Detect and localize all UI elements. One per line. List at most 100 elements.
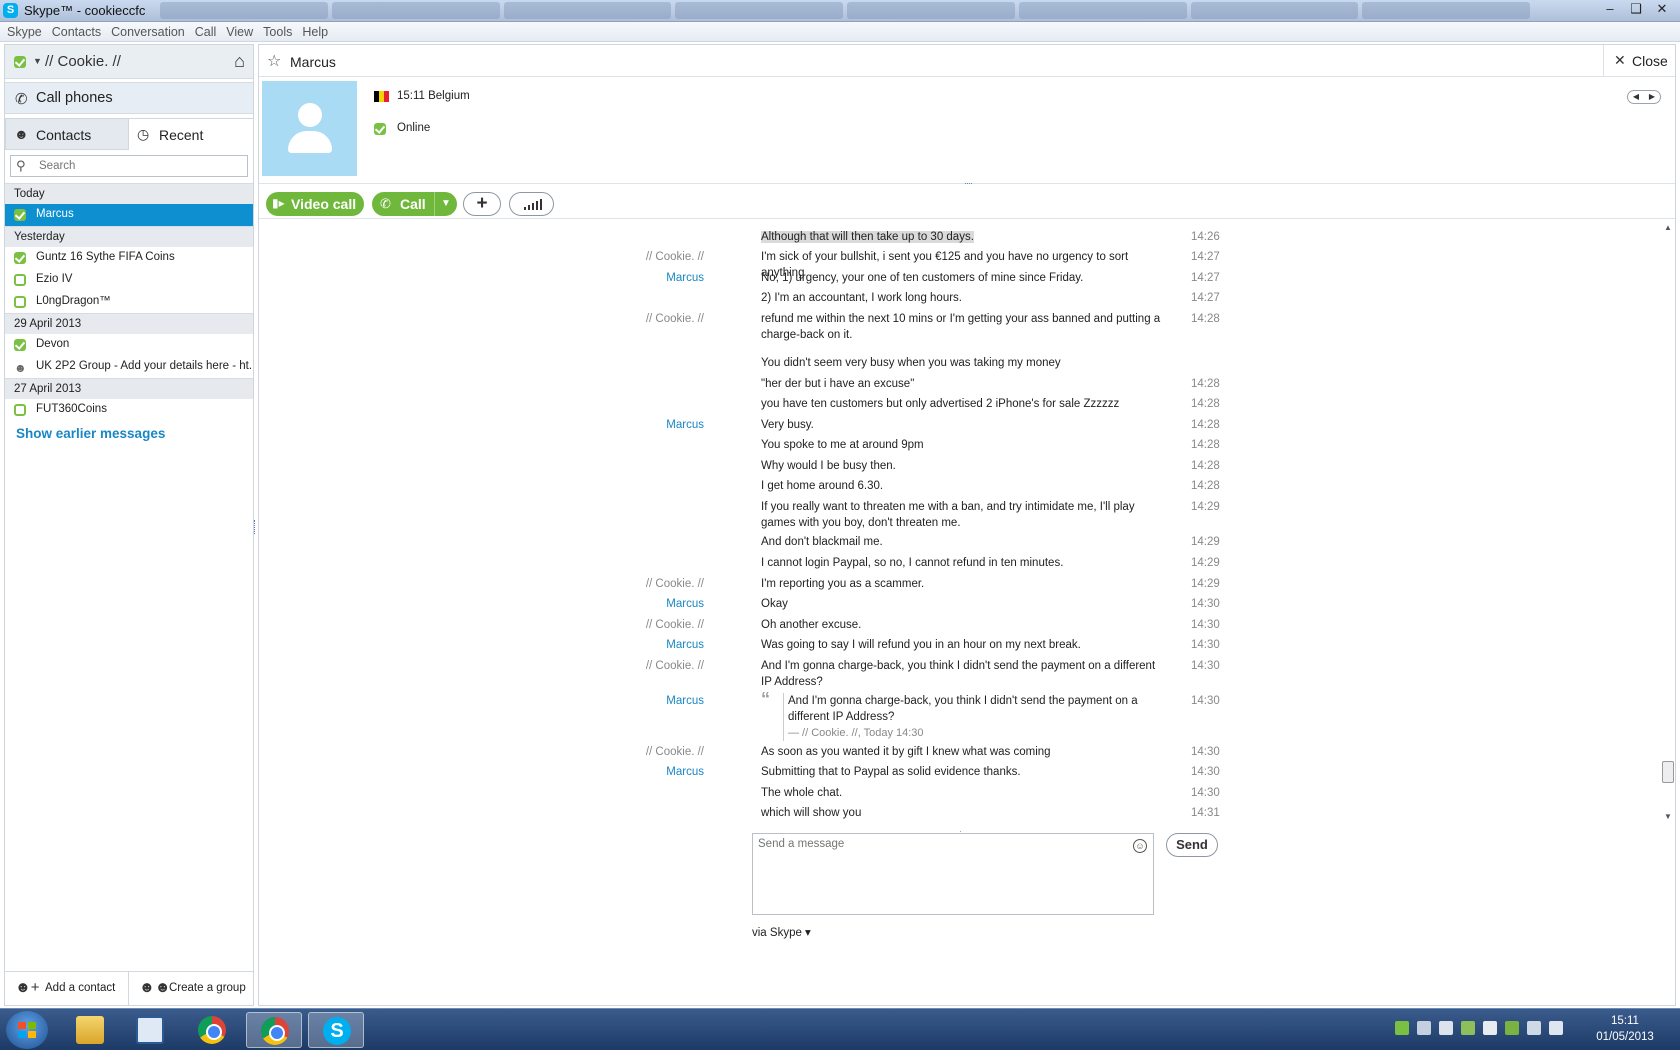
menu-conversation[interactable]: Conversation [106,22,190,41]
star-icon[interactable]: ☆ [267,51,281,71]
scrollbar-thumb[interactable] [1662,761,1674,783]
taskbar-chrome-2[interactable] [246,1012,302,1048]
recent-item[interactable]: ☻ UK 2P2 Group - Add your details here - … [5,356,253,378]
message-timestamp: 14:28 [1191,439,1220,451]
tab-contacts[interactable]: ☻ Contacts [5,118,129,150]
panel-splitter[interactable] [254,520,257,534]
recent-list: Today Marcus Yesterday Guntz 16 Sythe FIFA … [5,183,253,446]
message-sender[interactable]: // Cookie. // [584,249,704,265]
tray-app-icon[interactable] [1439,1021,1453,1035]
profile-nav-arrows[interactable]: ◀ ▶ [1627,90,1661,104]
folder-icon [76,1016,104,1044]
via-skype-selector[interactable]: via Skype ▾ [752,925,811,939]
search-box[interactable]: ⚲ [10,155,248,177]
status-icon [14,252,26,264]
scroll-down-icon[interactable]: ▼ [1664,812,1672,821]
recent-item[interactable]: L0ngDragon™ [5,291,253,313]
taskbar-chrome[interactable] [184,1012,240,1048]
message-sender[interactable]: // Cookie. // [584,311,704,327]
recent-item[interactable]: Ezio IV [5,269,253,291]
start-button[interactable] [6,1011,48,1049]
message-text: which will show you [761,807,862,819]
scroll-up-icon[interactable]: ▲ [1664,223,1672,232]
call-button[interactable]: ✆ Call ▼ [372,192,457,216]
action-center-flag-icon[interactable] [1483,1021,1497,1035]
network-icon[interactable] [1527,1021,1541,1035]
header-splitter[interactable]: ···· [259,178,1675,188]
nvidia-icon[interactable] [1505,1021,1519,1035]
menu-view[interactable]: View [221,22,258,41]
message-timestamp: 14:29 [1191,536,1220,548]
recent-item[interactable]: Devon [5,334,253,356]
skype-tray-icon[interactable] [1395,1021,1409,1035]
call-toolbar: ▮▸ Video call ✆ Call ▼ + [259,185,1675,219]
message-sender[interactable]: // Cookie. // [584,576,704,592]
message-timestamp: 14:27 [1191,292,1220,304]
tray-app-icon[interactable] [1417,1021,1431,1035]
sidebar-footer: ☻+ Add a contact ☻☻ Create a group [5,971,253,1005]
taskbar-skype[interactable]: S [308,1012,364,1048]
taskbar-clock[interactable]: 15:11 01/05/2013 [1590,1013,1660,1045]
call-quality-button[interactable] [509,192,554,216]
maximize-icon[interactable]: ❑ [1626,1,1646,17]
message-input[interactable] [758,838,1118,908]
show-earlier-messages-link[interactable]: Show earlier messages [5,421,253,446]
menu-skype[interactable]: Skype [2,22,47,41]
recent-group-header: 27 April 2013 [5,378,253,399]
message-sender[interactable]: // Cookie. // [584,617,704,633]
tab-recent[interactable]: ◷ Recent [129,118,253,150]
arrow-right-icon[interactable]: ▶ [1644,91,1660,103]
video-call-label: Video call [291,196,357,212]
recent-item[interactable]: FUT360Coins [5,399,253,421]
compose-box[interactable]: ☺ [752,833,1154,915]
close-window-icon[interactable]: ✕ [1652,1,1672,17]
home-icon[interactable]: ⌂ [234,51,245,72]
chevron-down-icon[interactable]: ▼ [33,56,42,66]
taskbar-editor[interactable] [122,1012,178,1048]
add-people-button[interactable]: + [463,192,501,216]
profile-bar[interactable]: ▼ // Cookie. // ⌂ [5,45,253,79]
minimize-icon[interactable]: – [1600,1,1620,17]
taskbar-explorer[interactable] [62,1012,118,1048]
arrow-left-icon[interactable]: ◀ [1628,91,1644,103]
online-status-icon[interactable] [14,56,26,68]
message-sender[interactable]: // Cookie. // [584,658,704,674]
send-button[interactable]: Send [1166,833,1218,857]
message-sender[interactable]: Marcus [584,417,704,433]
message-scrollbar[interactable]: ▲ ▼ [1661,221,1675,823]
menu-help[interactable]: Help [297,22,333,41]
message-sender[interactable]: Marcus [584,270,704,286]
recent-item-name: Devon [36,338,70,350]
tray-app-icon[interactable] [1461,1021,1475,1035]
message-sender[interactable]: Marcus [584,596,704,612]
call-phones-button[interactable]: ✆ Call phones [5,82,253,114]
contact-name: Marcus [290,54,336,70]
message-text: I'm reporting you as a scammer. [761,578,925,590]
message-text: refund me within the next 10 mins or I'm… [761,313,1161,341]
call-phones-label: Call phones [36,90,113,106]
menu-tools[interactable]: Tools [258,22,297,41]
message-text: Okay [761,598,788,610]
add-contact-button[interactable]: ☻+ Add a contact [5,972,129,1005]
menu-call[interactable]: Call [190,22,222,41]
volume-icon[interactable] [1549,1021,1563,1035]
message-timestamp: 14:30 [1191,598,1220,610]
message-sender[interactable]: Marcus [584,637,704,653]
search-input[interactable] [39,158,239,174]
chevron-down-icon[interactable]: ▼ [434,192,457,216]
video-call-button[interactable]: ▮▸ Video call [266,192,364,216]
close-conversation-button[interactable]: ✕ Close [1603,45,1675,76]
create-group-button[interactable]: ☻☻ Create a group [129,972,253,1005]
emoticon-icon[interactable]: ☺ [1133,839,1147,853]
profile-name[interactable]: // Cookie. // [45,53,121,70]
message-text: Why would I be busy then. [761,460,896,472]
recent-item[interactable]: Guntz 16 Sythe FIFA Coins [5,247,253,269]
avatar[interactable] [262,81,357,176]
menu-contacts[interactable]: Contacts [47,22,106,41]
message-sender[interactable]: // Cookie. // [584,744,704,760]
message-sender[interactable]: Marcus [584,764,704,780]
message-sender[interactable]: Marcus [584,693,704,709]
message-timestamp: 14:28 [1191,480,1220,492]
recent-item[interactable]: Marcus [5,204,253,226]
message-text: I cannot login Paypal, so no, I cannot r… [761,557,1064,569]
